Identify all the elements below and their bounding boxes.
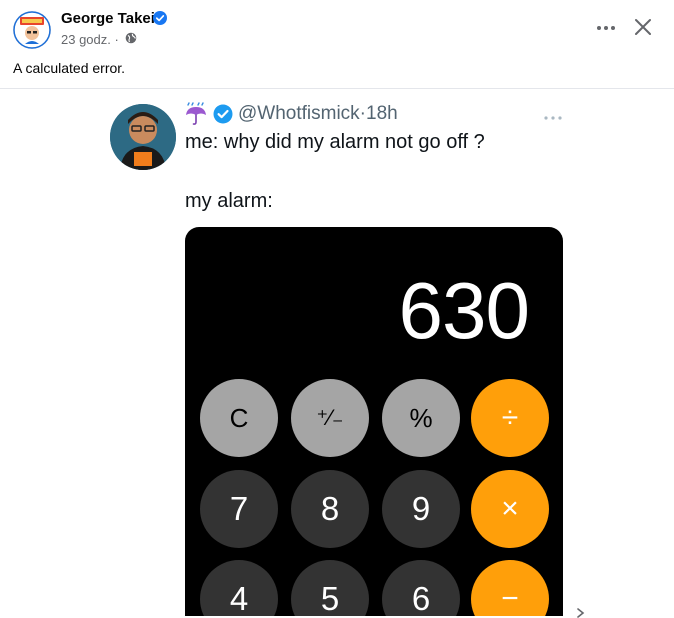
- calculator-display: 630: [398, 266, 530, 355]
- post-caption: A calculated error.: [13, 60, 126, 76]
- tweet-avatar-illustration: [110, 104, 176, 170]
- tweet-author-avatar: [110, 104, 176, 170]
- tweet-text-line-1: me: why did my alarm not go off ?: [185, 131, 485, 153]
- calc-key-clear: C: [200, 379, 278, 457]
- globe-icon: [125, 32, 137, 44]
- more-options-button[interactable]: [595, 18, 617, 38]
- tweet-handle: @Whotfismick·18h: [238, 103, 398, 124]
- more-options-icon: [597, 26, 615, 30]
- calc-key-divide: ÷: [471, 379, 549, 457]
- calc-key-percent: %: [382, 379, 460, 457]
- tweet-text-line-2: my alarm:: [185, 190, 273, 212]
- umbrella-rain-icon: [186, 102, 206, 125]
- close-button[interactable]: [632, 16, 654, 38]
- calc-key-plus-minus: ⁺⁄₋: [291, 379, 369, 457]
- post-timestamp[interactable]: 23 godz. ·: [61, 32, 119, 47]
- calc-key-6: 6: [382, 560, 460, 616]
- author-avatar[interactable]: [13, 11, 51, 49]
- verified-badge-icon: [213, 104, 233, 124]
- calc-key-minus: −: [471, 560, 549, 616]
- calc-key-9: 9: [382, 470, 460, 548]
- close-icon: [635, 19, 651, 35]
- post-author-name[interactable]: George Takei: [61, 10, 155, 27]
- calc-key-7: 7: [200, 470, 278, 548]
- chevron-right-icon[interactable]: [575, 608, 587, 618]
- calc-key-4: 4: [200, 560, 278, 616]
- calc-key-8: 8: [291, 470, 369, 548]
- post-image[interactable]: @Whotfismick·18h me: why did my alarm no…: [87, 89, 587, 616]
- author-avatar-illustration: [13, 11, 51, 49]
- tweet-header: @Whotfismick·18h: [184, 101, 398, 127]
- calculator-screenshot: 630 C ⁺⁄₋ % ÷ 7 8 9 × 4 5 6 −: [185, 227, 563, 616]
- calc-key-5: 5: [291, 560, 369, 616]
- verified-badge-icon: [153, 11, 167, 25]
- tweet-more-icon: [544, 116, 562, 120]
- calc-key-multiply: ×: [471, 470, 549, 548]
